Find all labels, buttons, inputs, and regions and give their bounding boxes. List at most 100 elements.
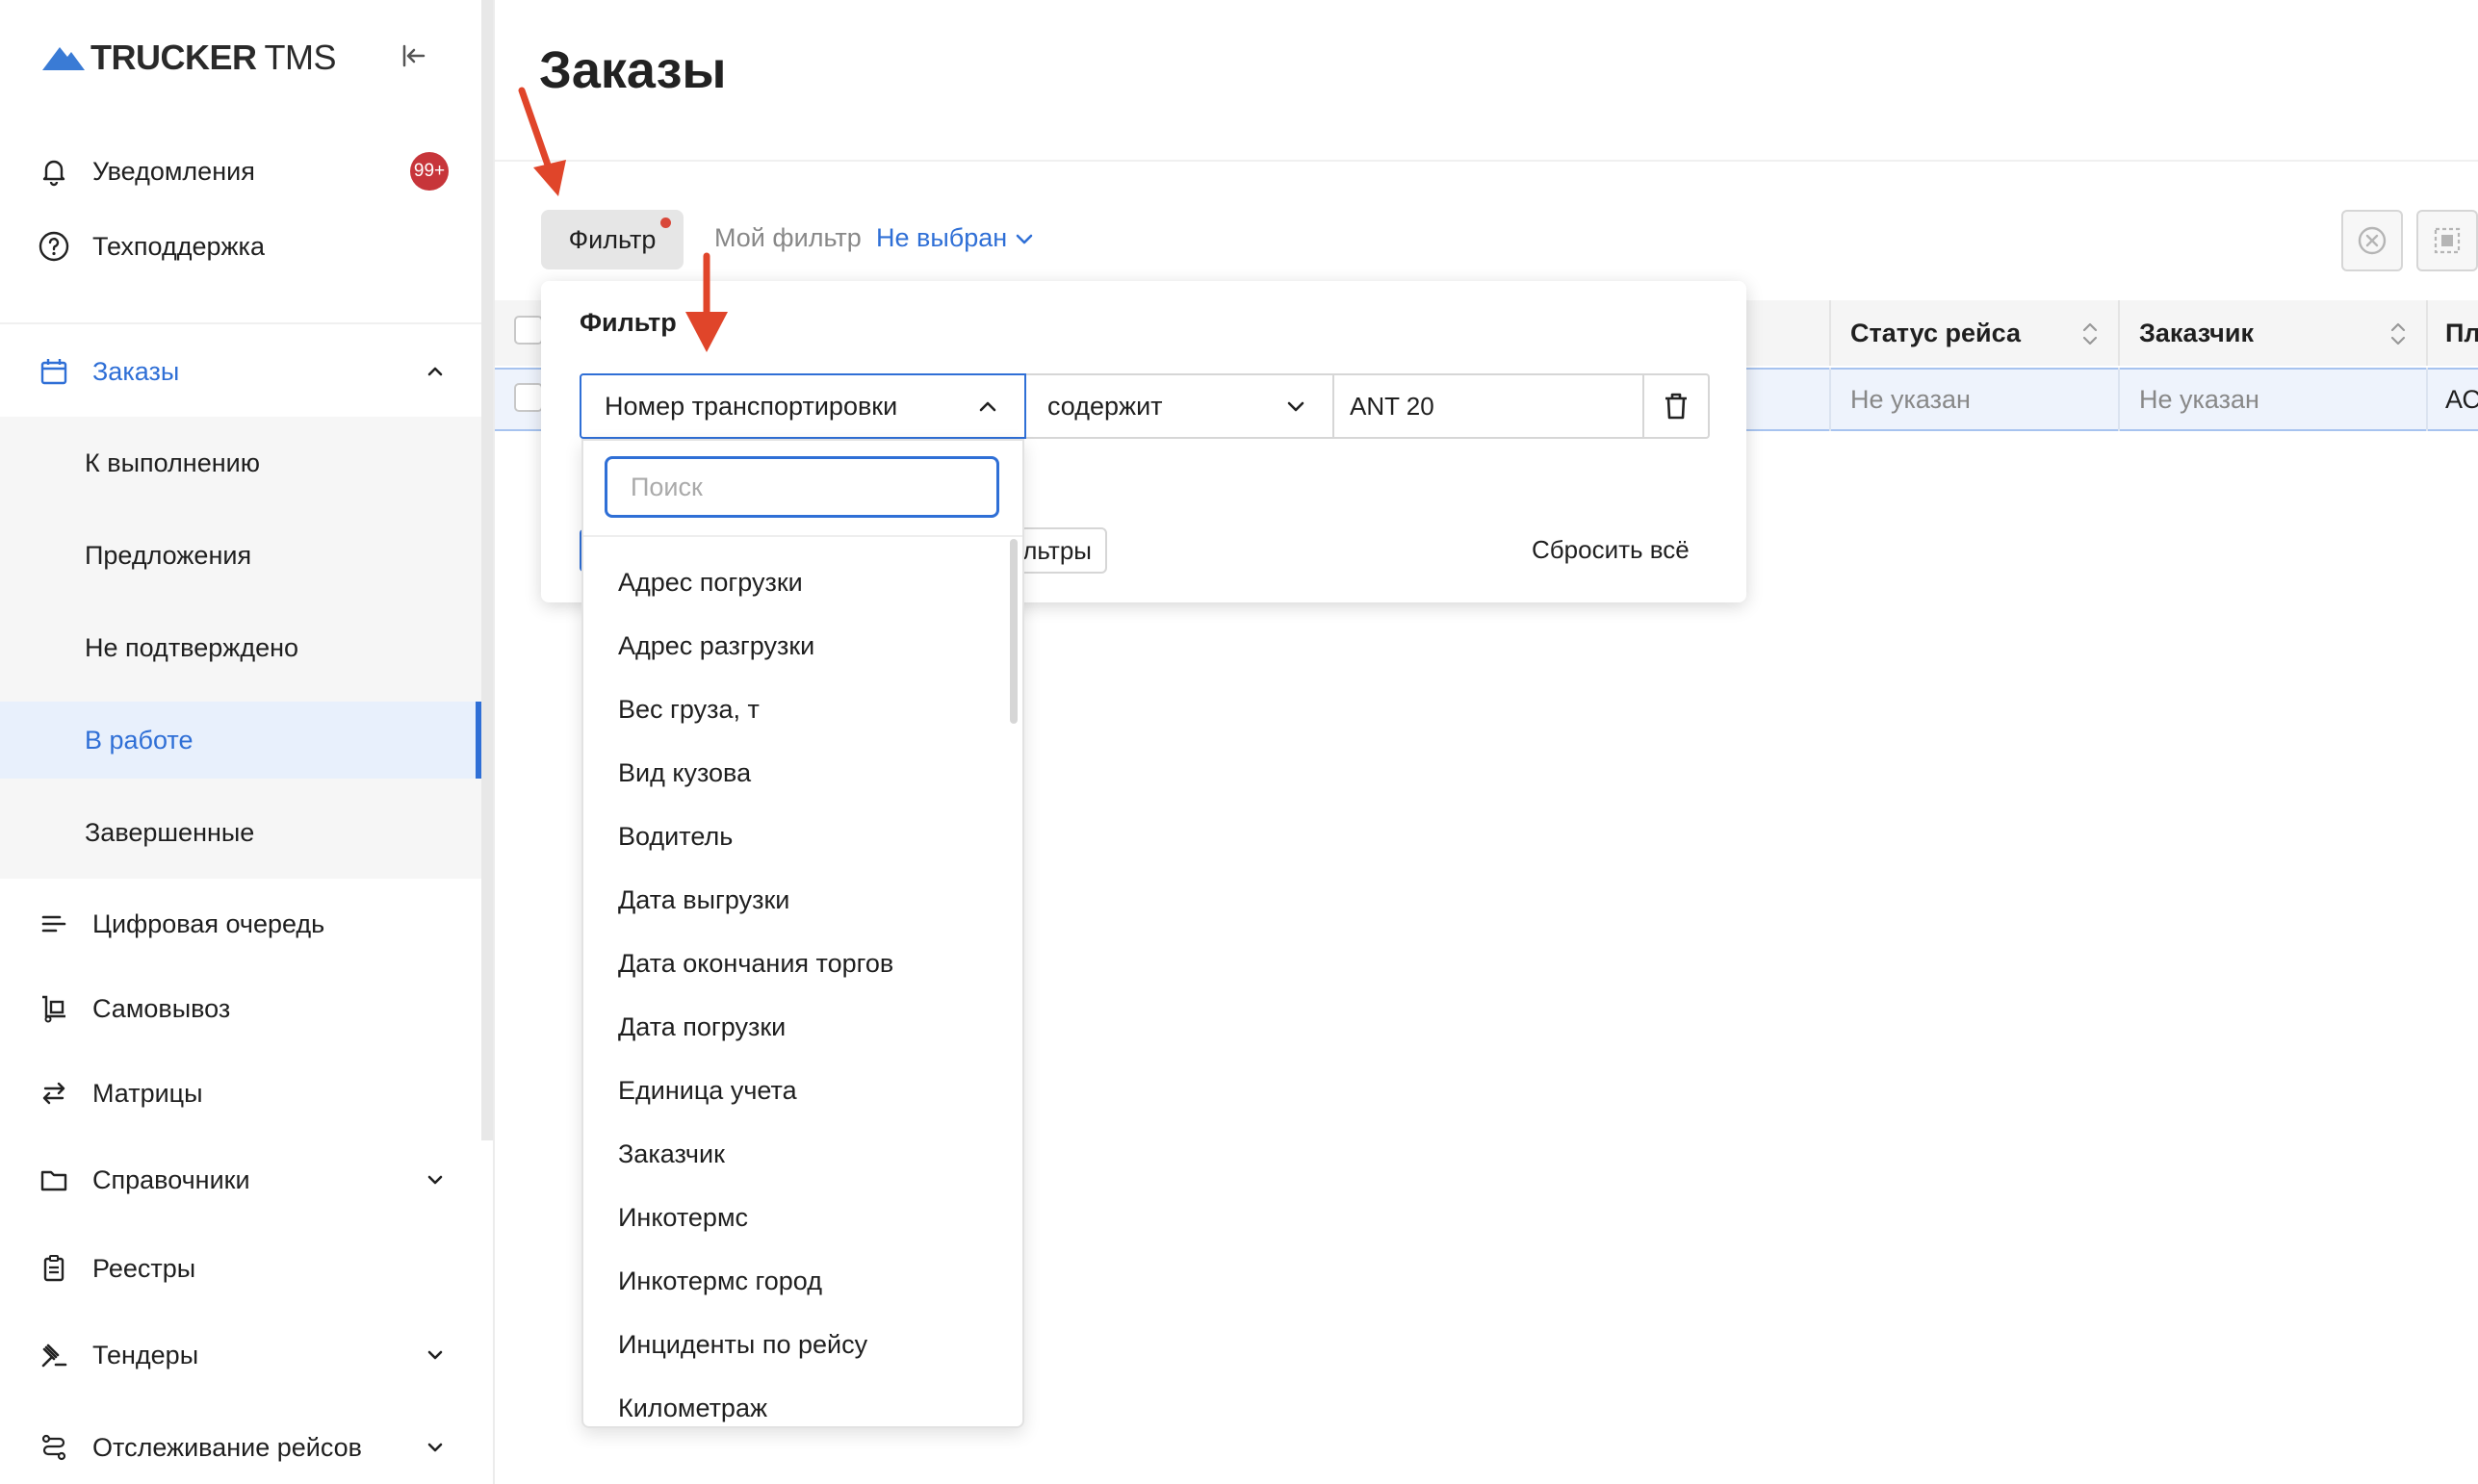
route-icon — [37, 1430, 71, 1465]
sidebar-subitem-label: К выполнению — [85, 448, 260, 477]
dropdown-divider — [583, 535, 1022, 537]
header-divider — [495, 160, 2478, 162]
sidebar-subitem-completed[interactable]: Завершенные — [0, 794, 481, 871]
cell-partial: АС — [2445, 384, 2478, 414]
filter-value-text: ANT 20 — [1350, 391, 1434, 421]
my-filter-label: Мой фильтр — [714, 223, 862, 252]
sidebar: TRUCKER TMS Уведомления 99+ Техподдержка … — [0, 0, 483, 1484]
dropdown-option[interactable]: Инциденты по рейсу — [618, 1330, 867, 1360]
select-all-button[interactable] — [2416, 210, 2478, 271]
filter-panel-title: Фильтр — [580, 308, 677, 337]
sidebar-item-label: Заказы — [92, 356, 180, 386]
dropdown-option[interactable]: Водитель — [618, 822, 733, 852]
dropdown-option[interactable]: Километраж — [618, 1394, 767, 1423]
dropdown-search-input[interactable]: Поиск — [605, 456, 999, 518]
help-circle-icon — [37, 229, 71, 264]
my-filter-select[interactable]: Не выбран — [876, 223, 1036, 253]
column-header-customer[interactable]: Заказчик — [2139, 300, 2254, 366]
column-separator — [2426, 300, 2428, 366]
sidebar-item-orders[interactable]: Заказы — [0, 343, 481, 400]
sidebar-divider — [0, 322, 481, 324]
sidebar-subitem-in-progress[interactable]: В работе — [0, 702, 481, 779]
chevron-down-icon[interactable] — [418, 1338, 452, 1372]
sidebar-item-registries[interactable]: Реестры — [0, 1240, 481, 1297]
sidebar-item-tenders[interactable]: Тендеры — [0, 1326, 481, 1384]
notifications-badge: 99+ — [410, 152, 449, 191]
dropdown-scrollbar[interactable] — [1010, 539, 1018, 724]
row-checkbox[interactable] — [514, 383, 543, 412]
column-header-partial[interactable]: Пл — [2445, 300, 2478, 366]
select-all-checkbox[interactable] — [514, 316, 543, 345]
dropdown-option[interactable]: Адрес разгрузки — [618, 631, 814, 661]
sidebar-item-label: Справочники — [92, 1164, 250, 1194]
sidebar-subitem-label: Предложения — [85, 540, 252, 570]
sidebar-item-matrices[interactable]: Матрицы — [0, 1064, 481, 1122]
hand-truck-icon — [37, 991, 71, 1026]
sidebar-subitem-label: Завершенные — [85, 817, 255, 847]
filter-value-input[interactable]: ANT 20 — [1332, 373, 1644, 439]
sidebar-item-label: Самовывоз — [92, 993, 231, 1023]
cell-separator — [2426, 368, 2428, 431]
sidebar-item-label: Уведомления — [92, 156, 255, 186]
filter-active-dot — [660, 217, 671, 228]
sidebar-item-label: Отслеживание рейсов — [92, 1432, 363, 1462]
dropdown-option[interactable]: Дата окончания торгов — [618, 949, 893, 979]
sidebar-subitem-offers[interactable]: Предложения — [0, 517, 481, 594]
chevron-up-icon — [979, 401, 996, 412]
sidebar-item-label: Тендеры — [92, 1340, 199, 1369]
dropdown-option[interactable]: Вид кузова — [618, 758, 751, 788]
calendar-icon — [37, 354, 71, 389]
sort-icon[interactable] — [2388, 318, 2409, 350]
sidebar-item-references[interactable]: Справочники — [0, 1151, 481, 1209]
chevron-up-icon[interactable] — [418, 354, 452, 389]
reset-all-button[interactable]: Сбросить всё — [1532, 535, 1690, 565]
dropdown-option[interactable]: Заказчик — [618, 1139, 725, 1169]
dropdown-option[interactable]: Единица учета — [618, 1076, 797, 1106]
sidebar-item-support[interactable]: Техподдержка — [0, 217, 481, 275]
column-header-trip-status[interactable]: Статус рейса — [1850, 300, 2021, 366]
sidebar-item-digital-queue[interactable]: Цифровая очередь — [0, 895, 481, 953]
sidebar-scrollbar[interactable] — [481, 0, 493, 1140]
cell-trip-status: Не указан — [1850, 384, 1971, 414]
folder-icon — [37, 1163, 71, 1197]
dropdown-option[interactable]: Дата погрузки — [618, 1012, 786, 1042]
dropdown-option[interactable]: Инкотермс — [618, 1203, 748, 1233]
dropdown-option[interactable]: Инкотермс город — [618, 1267, 822, 1296]
gavel-icon — [37, 1338, 71, 1372]
annotation-arrow-icon — [518, 87, 566, 196]
cell-separator — [1829, 368, 1831, 431]
sidebar-subitem-unconfirmed[interactable]: Не подтверждено — [0, 609, 481, 686]
sidebar-item-label: Матрицы — [92, 1078, 203, 1108]
trash-icon — [1665, 393, 1687, 420]
sidebar-item-label: Реестры — [92, 1253, 196, 1283]
sidebar-item-tracking[interactable]: Отслеживание рейсов — [0, 1419, 481, 1476]
chevron-down-icon — [1287, 401, 1304, 412]
filter-field-value: Номер транспортировки — [605, 391, 898, 421]
collapse-sidebar-icon[interactable] — [397, 38, 431, 73]
sidebar-item-label: Цифровая очередь — [92, 908, 325, 938]
sidebar-subitem-label: Не подтверждено — [85, 632, 299, 662]
filter-operator-select[interactable]: содержит — [1026, 373, 1334, 439]
sidebar-item-notifications[interactable]: Уведомления 99+ — [0, 142, 481, 200]
bell-icon — [37, 154, 71, 189]
app-logo[interactable]: TRUCKER TMS — [40, 37, 336, 79]
sidebar-item-pickup[interactable]: Самовывоз — [0, 980, 481, 1037]
delete-condition-button[interactable] — [1644, 373, 1710, 439]
sidebar-subitem-to-do[interactable]: К выполнению — [0, 424, 481, 501]
dropdown-option[interactable]: Вес груза, т — [618, 695, 760, 725]
annotation-arrow-icon — [685, 252, 728, 352]
chevron-down-icon[interactable] — [418, 1430, 452, 1465]
clear-selection-button[interactable] — [2341, 210, 2403, 271]
dropdown-option[interactable]: Дата выгрузки — [618, 885, 789, 915]
sidebar-item-label: Техподдержка — [92, 231, 265, 261]
logo-text-light: TMS — [264, 38, 337, 77]
sort-icon[interactable] — [2079, 318, 2101, 350]
cell-separator — [2118, 368, 2120, 431]
filter-field-select[interactable]: Номер транспортировки — [580, 373, 1026, 439]
swap-arrows-icon — [37, 1076, 71, 1111]
dropdown-option[interactable]: Адрес погрузки — [618, 568, 803, 598]
chevron-down-icon[interactable] — [418, 1163, 452, 1197]
my-filter-value: Не выбран — [876, 223, 1008, 252]
chevron-down-icon — [1016, 234, 1033, 243]
select-box-icon — [2434, 227, 2461, 254]
